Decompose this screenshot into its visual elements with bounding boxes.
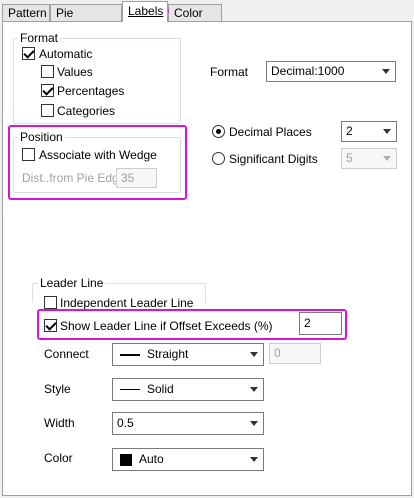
offset-input[interactable]: 2 (299, 312, 342, 335)
associate-with-wedge-label: Associate with Wedge (39, 148, 157, 162)
dist-from-pie-edge-label: Dist..from Pie Edge (22, 171, 126, 185)
connect-label: Connect (44, 347, 89, 361)
position-group-title: Position (18, 130, 65, 144)
automatic-label: Automatic (39, 47, 93, 61)
chevron-down-icon (383, 156, 391, 161)
independent-leader-line-label: Independent Leader Line (60, 296, 194, 310)
tab-bar: Pattern Pie Geometry Labels Color List (0, 0, 414, 36)
width-select[interactable]: 0.5 (112, 412, 264, 435)
show-leader-line-label: Show Leader Line if Offset Exceeds (%) (60, 319, 273, 333)
chevron-down-icon (250, 421, 258, 426)
associate-with-wedge-checkbox[interactable] (22, 148, 35, 161)
format-select[interactable]: Decimal:1000 (266, 61, 396, 82)
tab-pattern[interactable]: Pattern (2, 4, 50, 21)
width-select-value: 0.5 (117, 416, 134, 430)
style-select[interactable]: Solid (112, 378, 264, 401)
color-select[interactable]: Auto (112, 448, 264, 471)
connect-select-value: Straight (147, 347, 189, 361)
chevron-down-icon (250, 387, 258, 392)
color-label: Color (44, 451, 73, 465)
significant-digits-label: Significant Digits (229, 152, 318, 166)
dist-from-pie-edge-input[interactable]: 35 (116, 168, 157, 188)
style-label: Style (44, 382, 71, 396)
connect-select[interactable]: Straight (112, 343, 264, 366)
tab-pie-geometry[interactable]: Pie Geometry (50, 4, 122, 36)
tab-labels[interactable]: Labels (122, 1, 168, 22)
leader-line-group-title: Leader Line (38, 276, 106, 290)
format-group-title: Format (18, 31, 61, 45)
automatic-checkbox[interactable] (22, 47, 35, 60)
solid-line-sample (120, 389, 140, 390)
values-checkbox[interactable] (41, 65, 54, 78)
show-leader-line-checkbox[interactable] (44, 319, 57, 332)
connect-extra-input[interactable]: 0 (269, 343, 321, 364)
decimal-places-value: 2 (346, 124, 353, 138)
chevron-down-icon (382, 69, 390, 74)
solid-line-sample (120, 354, 140, 356)
color-select-value: Auto (139, 452, 164, 466)
categories-label: Categories (57, 104, 116, 118)
percentages-checkbox[interactable] (41, 84, 54, 97)
color-swatch (120, 454, 132, 466)
chevron-down-icon (250, 352, 258, 357)
style-select-value: Solid (147, 382, 174, 396)
chevron-down-icon (250, 457, 258, 462)
width-label: Width (44, 416, 75, 430)
decimal-places-label: Decimal Places (229, 125, 312, 139)
tab-color-list[interactable]: Color List (168, 4, 222, 36)
values-label: Values (57, 65, 93, 79)
format-select-label: Format (210, 65, 249, 79)
categories-checkbox[interactable] (41, 104, 54, 117)
format-select-value: Decimal:1000 (271, 64, 345, 78)
chevron-down-icon (383, 129, 391, 134)
independent-leader-line-checkbox[interactable] (44, 296, 57, 309)
tab-label: Labels (128, 4, 164, 18)
decimal-places-radio[interactable] (212, 125, 225, 138)
decimal-places-select[interactable]: 2 (341, 121, 397, 142)
significant-digits-radio[interactable] (212, 152, 225, 165)
percentages-label: Percentages (57, 84, 125, 98)
significant-digits-value: 5 (346, 151, 353, 165)
tab-label: Pattern (8, 6, 47, 20)
significant-digits-select[interactable]: 5 (341, 148, 397, 169)
